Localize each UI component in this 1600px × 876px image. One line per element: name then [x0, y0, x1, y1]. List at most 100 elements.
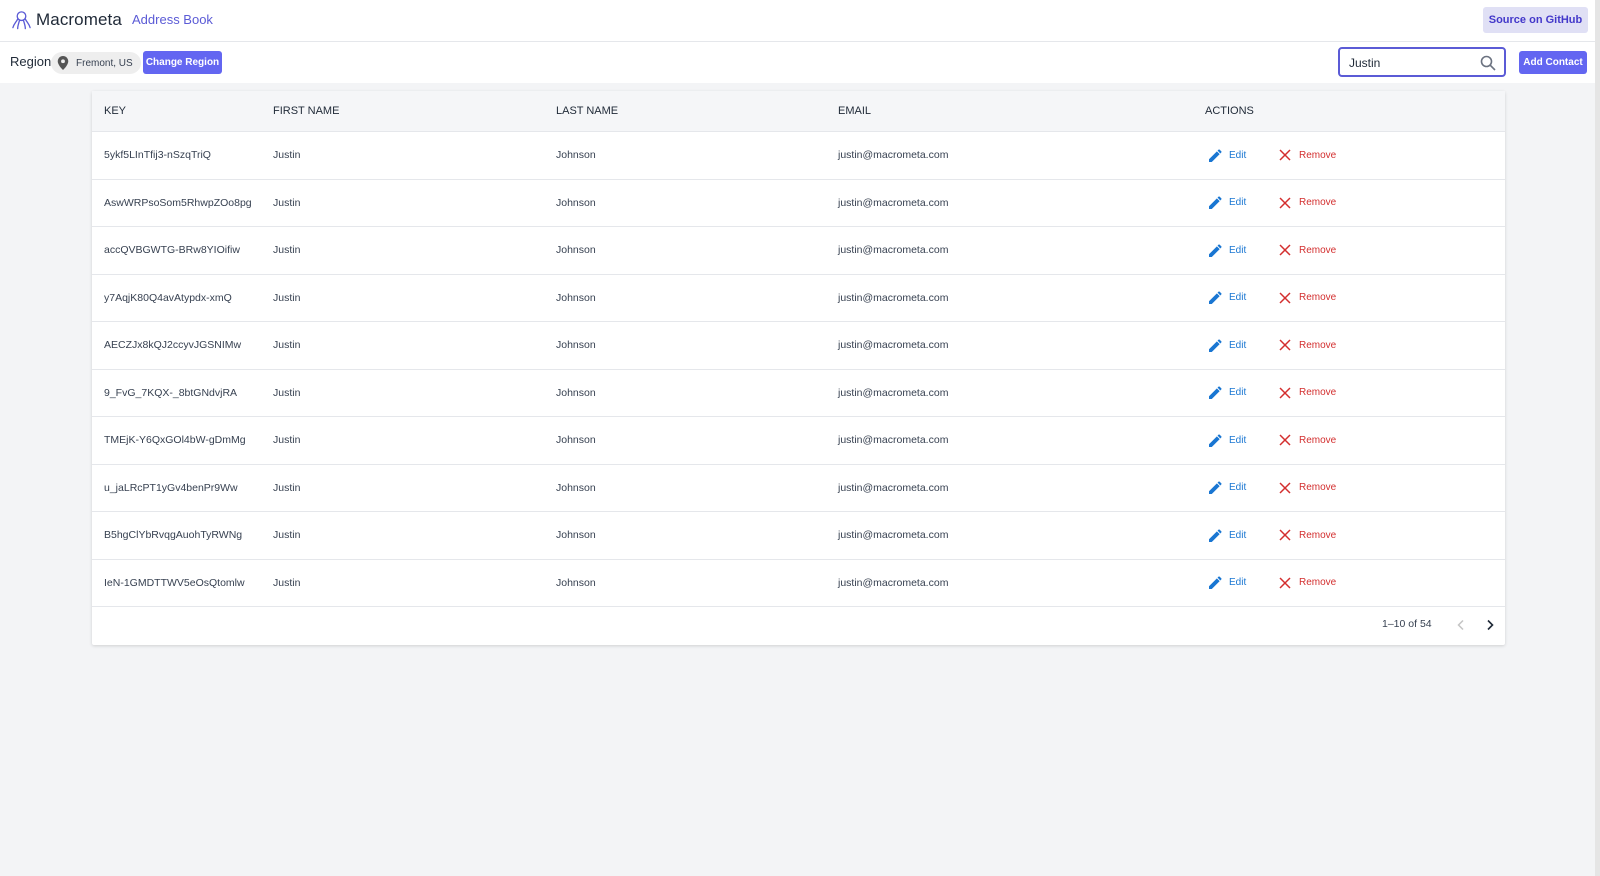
contacts-table: KEY FIRST NAME LAST NAME EMAIL ACTIONS 5…	[92, 91, 1505, 645]
edit-label: Edit	[1229, 149, 1247, 161]
cell-first-name: Justin	[273, 576, 301, 589]
table-row: accQVBGWTG-BRw8YIOifiw Justin Johnson ju…	[92, 227, 1505, 275]
cell-first-name: Justin	[273, 244, 301, 256]
top-bar: Macrometa Address Book Source on GitHub	[0, 0, 1600, 42]
logo[interactable]: Macrometa	[11, 9, 122, 31]
header-key[interactable]: KEY	[104, 105, 126, 117]
remove-button[interactable]: Remove	[1279, 525, 1336, 545]
table-row: IeN-1GMDTTWV5eOsQtomlw Justin Johnson ju…	[92, 560, 1505, 607]
edit-label: Edit	[1229, 387, 1247, 398]
cell-email: justin@macrometa.com	[838, 339, 949, 351]
edit-button[interactable]: Edit	[1209, 525, 1246, 545]
edit-button[interactable]: Edit	[1209, 430, 1246, 450]
close-icon	[1279, 149, 1291, 161]
previous-page-button[interactable]	[1452, 616, 1470, 634]
cell-key: u_jaLRcPT1yGv4benPr9Ww	[104, 481, 238, 494]
search-icon[interactable]	[1480, 55, 1496, 71]
octopus-logo-icon	[12, 11, 31, 30]
search-box[interactable]	[1338, 47, 1506, 77]
edit-label: Edit	[1229, 434, 1247, 446]
cell-last-name: Johnson	[556, 386, 596, 399]
table-header: KEY FIRST NAME LAST NAME EMAIL ACTIONS	[92, 91, 1505, 132]
cell-first-name: Justin	[273, 481, 301, 494]
edit-label: Edit	[1229, 292, 1247, 303]
table-row: 9_FvG_7KQX-_8btGNdvjRA Justin Johnson ju…	[92, 370, 1505, 417]
remove-button[interactable]: Remove	[1279, 193, 1336, 213]
cell-first-name: Justin	[273, 386, 301, 399]
edit-button[interactable]: Edit	[1209, 288, 1246, 308]
remove-label: Remove	[1299, 244, 1337, 256]
cell-key: y7AqjK80Q4avAtypdx-xmQ	[104, 291, 232, 304]
edit-label: Edit	[1229, 339, 1247, 351]
change-region-button[interactable]: Change Region	[143, 51, 222, 74]
table-row: B5hgClYbRvqgAuohTyRWNg Justin Johnson ju…	[92, 512, 1505, 560]
remove-button[interactable]: Remove	[1279, 573, 1336, 593]
remove-button[interactable]: Remove	[1279, 288, 1336, 308]
cell-key: 9_FvG_7KQX-_8btGNdvjRA	[104, 386, 238, 399]
scrollbar[interactable]	[1595, 0, 1600, 876]
next-page-button[interactable]	[1481, 616, 1499, 634]
source-on-github-button[interactable]: Source on GitHub	[1483, 7, 1588, 33]
cell-email: justin@macrometa.com	[838, 244, 949, 256]
cell-first-name: Justin	[273, 434, 301, 446]
cell-email: justin@macrometa.com	[838, 291, 949, 304]
header-email[interactable]: EMAIL	[838, 105, 871, 117]
cell-last-name: Johnson	[556, 481, 596, 494]
cell-last-name: Johnson	[556, 196, 596, 209]
pencil-icon	[1209, 386, 1222, 399]
remove-button[interactable]: Remove	[1279, 335, 1336, 355]
close-icon	[1279, 244, 1291, 256]
cell-last-name: Johnson	[556, 529, 596, 541]
edit-button[interactable]: Edit	[1209, 478, 1246, 498]
cell-last-name: Johnson	[556, 244, 596, 256]
pencil-icon	[1209, 576, 1222, 589]
table-row: u_jaLRcPT1yGv4benPr9Ww Justin Johnson ju…	[92, 465, 1505, 512]
cell-key: AECZJx8kQJ2ccyvJGSNIMw	[104, 339, 242, 351]
edit-button[interactable]: Edit	[1209, 145, 1246, 165]
edit-button[interactable]: Edit	[1209, 335, 1246, 355]
cell-key: TMEjK-Y6QxGOl4bW-gDmMg	[104, 434, 246, 446]
edit-button[interactable]: Edit	[1209, 240, 1246, 260]
region-label: Region:	[10, 54, 55, 69]
cell-email: justin@macrometa.com	[838, 196, 949, 209]
header-last-name[interactable]: LAST NAME	[556, 105, 618, 117]
cell-email: justin@macrometa.com	[838, 529, 949, 541]
page-info: 1–10 of 54	[1382, 618, 1432, 630]
table-row: 5ykf5LInTfij3-nSzqTriQ Justin Johnson ju…	[92, 132, 1505, 180]
edit-button[interactable]: Edit	[1209, 573, 1246, 593]
cell-last-name: Johnson	[556, 339, 596, 351]
remove-label: Remove	[1299, 577, 1337, 588]
remove-button[interactable]: Remove	[1279, 478, 1336, 498]
cell-key: B5hgClYbRvqgAuohTyRWNg	[104, 529, 243, 541]
cell-key: AswWRPsoSom5RhwpZOo8pg	[104, 196, 252, 209]
remove-label: Remove	[1299, 197, 1337, 208]
search-input[interactable]	[1349, 54, 1479, 72]
cell-first-name: Justin	[273, 196, 301, 209]
remove-button[interactable]: Remove	[1279, 145, 1336, 165]
remove-button[interactable]: Remove	[1279, 383, 1336, 403]
pencil-icon	[1209, 528, 1222, 542]
edit-label: Edit	[1229, 529, 1247, 541]
edit-button[interactable]: Edit	[1209, 193, 1246, 213]
remove-label: Remove	[1299, 149, 1337, 161]
cell-first-name: Justin	[273, 149, 301, 161]
edit-button[interactable]: Edit	[1209, 383, 1246, 403]
pencil-icon	[1209, 481, 1222, 494]
header-first-name[interactable]: FIRST NAME	[273, 105, 339, 117]
cell-email: justin@macrometa.com	[838, 149, 949, 161]
close-icon	[1279, 386, 1291, 399]
close-icon	[1279, 196, 1291, 209]
cell-last-name: Johnson	[556, 434, 596, 446]
close-icon	[1279, 481, 1291, 494]
app-title: Address Book	[132, 12, 213, 27]
edit-label: Edit	[1229, 482, 1247, 493]
remove-button[interactable]: Remove	[1279, 240, 1336, 260]
add-contact-button[interactable]: Add Contact	[1519, 51, 1587, 74]
region-chip: Fremont, US	[51, 52, 141, 74]
cell-email: justin@macrometa.com	[838, 481, 949, 494]
remove-button[interactable]: Remove	[1279, 430, 1336, 450]
pencil-icon	[1209, 291, 1222, 304]
cell-key: 5ykf5LInTfij3-nSzqTriQ	[104, 149, 211, 161]
pencil-icon	[1209, 338, 1222, 352]
remove-label: Remove	[1299, 434, 1337, 446]
